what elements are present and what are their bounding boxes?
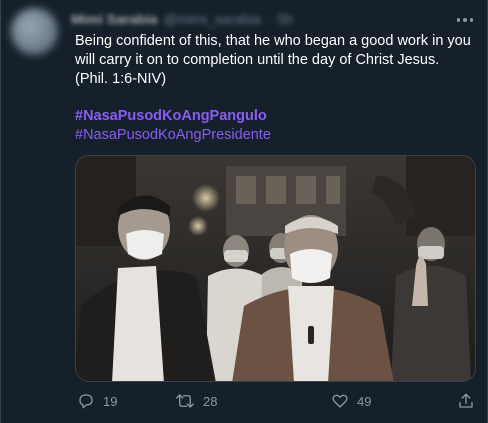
hashtag-list: #NasaPusodKoAngPangulo #NasaPusodKoAngPr…	[75, 107, 271, 145]
more-dots-icon[interactable]	[453, 13, 477, 27]
hashtag-link[interactable]: #NasaPusodKoAngPresidente	[75, 126, 271, 145]
retweet-icon	[176, 394, 194, 408]
retweet-button[interactable]: 28	[175, 392, 217, 410]
tweet-header: Mimi Sarabia @mimi_sarabia · 5h	[71, 8, 293, 30]
share-icon	[459, 393, 473, 408]
timestamp[interactable]: 5h	[278, 11, 294, 27]
reply-icon	[79, 394, 93, 409]
like-button[interactable]: 49	[331, 392, 371, 410]
author-name[interactable]: Mimi Sarabia	[71, 11, 157, 27]
reply-count: 19	[103, 393, 118, 409]
reply-button[interactable]: 19	[77, 392, 117, 410]
share-button[interactable]	[457, 392, 475, 410]
avatar[interactable]	[11, 8, 58, 55]
author-handle[interactable]: @mimi_sarabia	[163, 11, 260, 27]
tweet-text: Being confident of this, that he who beg…	[75, 33, 471, 87]
tweet-card[interactable]: Mimi Sarabia @mimi_sarabia · 5h Being co…	[0, 0, 488, 423]
photo-illustration	[76, 156, 475, 381]
hashtag-link[interactable]: #NasaPusodKoAngPangulo	[75, 107, 271, 126]
heart-icon	[332, 394, 348, 408]
separator-dot: ·	[266, 11, 272, 27]
retweet-count: 28	[203, 393, 218, 409]
tweet-actions: 19 28 49	[75, 392, 475, 414]
like-count: 49	[357, 393, 372, 409]
tweet-photo[interactable]	[75, 155, 476, 382]
